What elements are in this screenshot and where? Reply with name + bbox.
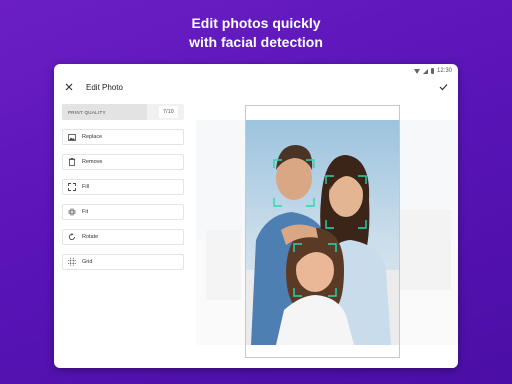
fit-button[interactable]: Fit <box>62 204 184 220</box>
done-button[interactable] <box>436 80 450 94</box>
tablet-screen: 12:30 Edit Photo PRINT QUALITY 7/10 Repl… <box>54 64 458 368</box>
print-quality-value: 7/10 <box>159 106 178 118</box>
trash-icon <box>67 157 77 167</box>
headline-line-1: Edit photos quickly <box>191 15 321 31</box>
status-bar: 12:30 <box>413 66 452 76</box>
grid-icon <box>67 257 77 267</box>
status-time: 12:30 <box>436 68 452 74</box>
compress-icon <box>67 207 77 217</box>
image-icon <box>67 132 77 142</box>
fill-label: Fill <box>82 184 90 190</box>
replace-button[interactable]: Replace <box>62 129 184 145</box>
close-icon <box>65 83 73 91</box>
fill-button[interactable]: Fill <box>62 179 184 195</box>
rotate-label: Rotate <box>82 234 99 240</box>
grid-label: Grid <box>82 259 93 265</box>
close-button[interactable] <box>62 80 76 94</box>
fit-label: Fit <box>82 209 89 215</box>
print-quality-label: PRINT QUALITY <box>68 109 106 115</box>
remove-button[interactable]: Remove <box>62 154 184 170</box>
page-title: Edit Photo <box>86 82 123 92</box>
replace-label: Replace <box>82 134 103 140</box>
headline-line-2: with facial detection <box>189 34 323 50</box>
signal-icon <box>422 68 428 74</box>
headline: Edit photos quickly with facial detectio… <box>0 14 512 52</box>
photo-canvas[interactable] <box>196 104 458 368</box>
remove-label: Remove <box>82 159 103 165</box>
print-quality-bar: PRINT QUALITY 7/10 <box>62 104 184 120</box>
wifi-icon <box>413 68 420 74</box>
tools-panel: PRINT QUALITY 7/10 Replace Remove Fill F… <box>62 104 184 279</box>
grid-button[interactable]: Grid <box>62 254 184 270</box>
rotate-button[interactable]: Rotate <box>62 229 184 245</box>
app-bar: Edit Photo <box>54 76 458 98</box>
battery-icon <box>430 68 434 74</box>
expand-icon <box>67 182 77 192</box>
rotate-icon <box>67 232 77 242</box>
family-photo[interactable] <box>246 120 399 345</box>
check-icon <box>439 84 447 91</box>
